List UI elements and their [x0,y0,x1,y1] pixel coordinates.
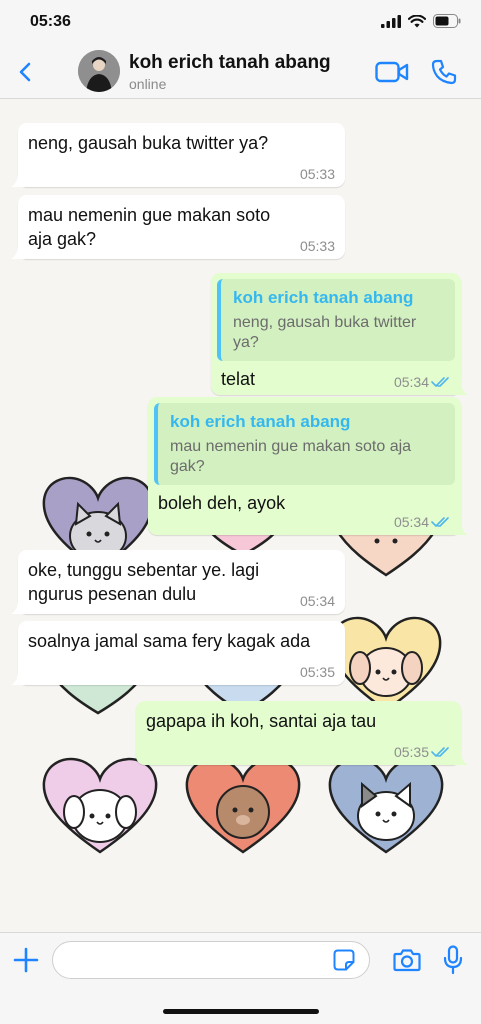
chat-area[interactable]: neng, gausah buka twitter ya? 05:33 mau … [0,99,481,932]
message-time: 05:35 [300,664,335,680]
video-call-icon[interactable] [375,60,409,84]
message-bubble-incoming[interactable]: oke, tunggu sebentar ye. lagi ngurus pes… [11,550,345,614]
puppy-heart-sticker [330,616,442,712]
message-time-text: 05:33 [299,238,335,254]
message-bubble-outgoing[interactable]: koh erich tanah abang mau nemenin gue ma… [148,397,468,535]
status-time: 05:36 [30,13,71,30]
message-time-text: 05:34 [393,374,429,390]
double-check-icon [431,377,449,387]
reply-quote-text: mau nemenin gue makan soto aja gak? [170,438,412,475]
cellular-signal-icon [381,14,401,28]
chat-header: koh erich tanah abang online [0,44,481,99]
microphone-icon[interactable] [442,945,464,975]
message-time-text: 05:33 [299,166,335,182]
message-time: 05:34 [394,374,451,390]
message-bubble-outgoing[interactable]: gapapa ih koh, santai aja tau 05:35 [136,701,468,765]
status-icons [381,14,461,28]
bubble-tail [454,383,468,395]
message-bubble-incoming[interactable]: soalnya jamal sama fery kagak ada 05:35 [11,621,345,685]
message-time-text: 05:35 [299,664,335,680]
reply-quote[interactable]: koh erich tanah abang mau nemenin gue ma… [154,403,455,485]
reply-quote[interactable]: koh erich tanah abang neng, gausah buka … [217,279,455,361]
message-input[interactable] [52,941,370,979]
bubble-tail [11,247,25,259]
contact-status: online [129,76,167,92]
contact-avatar[interactable] [78,50,120,92]
message-time: 05:33 [300,238,335,254]
bubble-tail [454,523,468,535]
calico-heart-sticker [328,757,444,854]
message-time-text: 05:34 [299,593,335,609]
battery-icon [433,14,461,28]
message-time-text: 05:35 [393,744,429,760]
message-text: mau nemenin gue makan soto aja gak? [28,205,271,249]
message-text: gapapa ih koh, santai aja tau [146,711,377,731]
home-indicator[interactable] [163,1009,319,1014]
message-time: 05:35 [394,744,451,760]
message-bubble-incoming[interactable]: mau nemenin gue makan soto aja gak? 05:3… [11,195,345,259]
message-bubble-incoming[interactable]: neng, gausah buka twitter ya? 05:33 [11,123,345,187]
message-time: 05:34 [394,514,451,530]
sticker-icon[interactable] [333,949,355,971]
double-check-icon [431,747,449,757]
back-icon[interactable] [14,58,38,86]
reply-quote-author: koh erich tanah abang [233,288,414,307]
dog-pink-heart-sticker [42,757,158,854]
message-text: soalnya jamal sama fery kagak ada [28,631,311,651]
reply-quote-text: neng, gausah buka twitter ya? [233,314,417,351]
reply-quote-author: koh erich tanah abang [170,412,351,431]
poodle-heart-sticker [185,757,301,854]
message-text: boleh deh, ayok [158,493,286,513]
plus-icon[interactable] [13,947,39,973]
message-bubble-outgoing[interactable]: koh erich tanah abang neng, gausah buka … [211,273,468,395]
wifi-icon [408,14,426,27]
camera-icon[interactable] [393,947,421,973]
voice-call-icon[interactable] [430,58,458,86]
message-text: oke, tunggu sebentar ye. lagi ngurus pes… [28,560,260,604]
message-text: neng, gausah buka twitter ya? [28,133,269,153]
status-bar: 05:36 [0,0,481,44]
bubble-tail [454,753,468,765]
bubble-tail [11,175,25,187]
contact-name[interactable]: koh erich tanah abang [129,52,331,74]
double-check-icon [431,517,449,527]
avatar-image [78,50,120,92]
message-time-text: 05:34 [393,514,429,530]
message-time: 05:33 [300,166,335,182]
bubble-tail [11,602,25,614]
message-time: 05:34 [300,593,335,609]
bubble-tail [11,673,25,685]
